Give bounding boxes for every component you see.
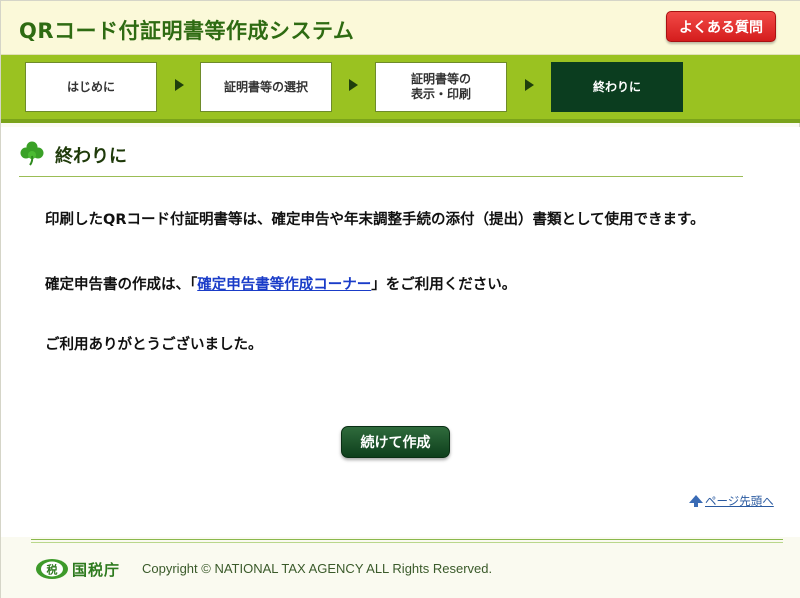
main-content: 終わりに 印刷したQRコード付証明書等は、確定申告や年末調整手続の添付（提出）書… (1, 127, 800, 537)
nta-logo: 税 国税庁 (35, 557, 120, 581)
thank-you-message: ご利用ありがとうございました。 (45, 337, 263, 353)
usage-message: 印刷したQRコード付証明書等は、確定申告や年末調整手続の添付（提出）書類として使… (45, 212, 705, 228)
app-window: QRコード付証明書等作成システム よくある質問 はじめに 証明書等の選択 証明書… (0, 0, 800, 598)
nta-seal-text: 税 (47, 563, 58, 577)
app-title: QRコード付証明書等作成システム (19, 19, 355, 43)
up-arrow-icon (689, 495, 703, 507)
step-arrow-icon (349, 79, 358, 91)
faq-button[interactable]: よくある質問 (666, 11, 776, 42)
step-finish: 終わりに (551, 62, 683, 112)
section-heading: 終わりに (19, 137, 743, 177)
page-top-label: ページ先頭へ (705, 494, 774, 508)
guide-text-before: 確定申告書の作成は、「 (45, 277, 198, 293)
step-select-certificate: 証明書等の選択 (200, 62, 332, 112)
copyright-text: Copyright © NATIONAL TAX AGENCY ALL Righ… (142, 561, 493, 576)
continue-create-button[interactable]: 続けて作成 (341, 426, 450, 458)
nta-seal-icon: 税 (36, 559, 68, 579)
section-title: 終わりに (55, 146, 127, 167)
footer: 税 国税庁 Copyright © NATIONAL TAX AGENCY AL… (1, 537, 800, 598)
page-top-link[interactable]: ページ先頭へ (689, 493, 774, 509)
footer-divider (31, 539, 783, 543)
step-arrow-icon (525, 79, 534, 91)
tax-return-guide: 確定申告書の作成は、「確定申告書等作成コーナー」をご利用ください。 (45, 272, 765, 298)
header: QRコード付証明書等作成システム よくある質問 (1, 1, 800, 55)
clover-icon (20, 141, 44, 166)
agency-name: 国税庁 (72, 560, 121, 579)
step-start: はじめに (25, 62, 157, 112)
tax-return-corner-link[interactable]: 確定申告書等作成コーナー (197, 277, 371, 293)
step-arrow-icon (175, 79, 184, 91)
guide-text-after: 」をご利用ください。 (371, 277, 517, 293)
step-display-print: 証明書等の 表示・印刷 (375, 62, 507, 112)
step-progress-bar: はじめに 証明書等の選択 証明書等の 表示・印刷 終わりに (1, 55, 800, 123)
